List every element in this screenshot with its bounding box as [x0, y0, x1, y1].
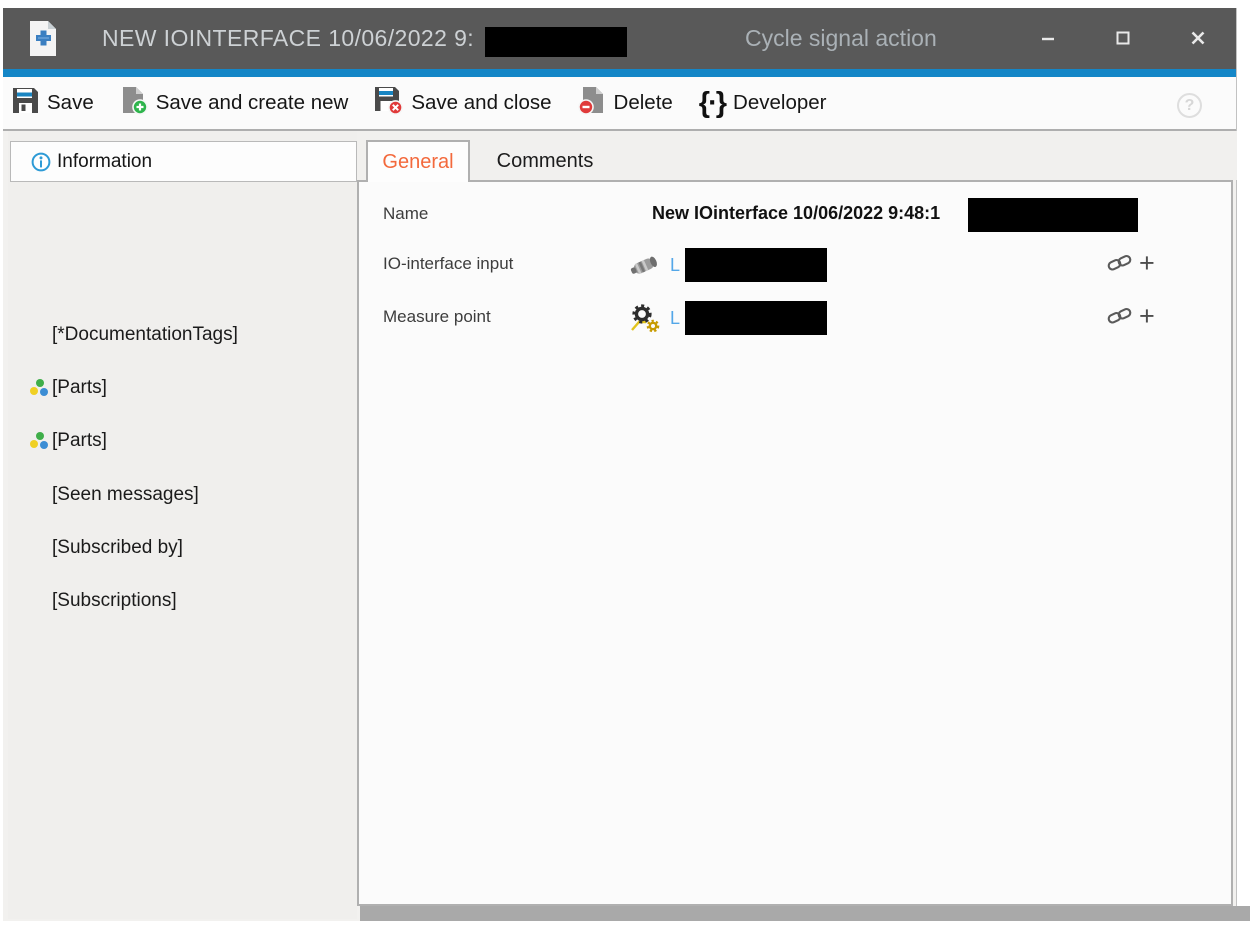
name-label: Name: [383, 204, 428, 224]
parts-icon: [30, 432, 50, 450]
sidebar-item-subscribed-by[interactable]: [Subscribed by]: [52, 536, 183, 560]
sidebar: Information [*DocumentationTags] [Parts]…: [8, 131, 357, 919]
sensor-icon: [629, 251, 661, 281]
redaction-box: [685, 248, 827, 282]
floppy-save-icon: [12, 87, 39, 120]
measure-point-link[interactable]: L: [670, 307, 680, 329]
sidebar-item-label: Information: [57, 151, 152, 173]
app-window: NEW IOINTERFACE 10/06/2022 9: Cycle sign…: [3, 8, 1237, 921]
io-interface-link[interactable]: L: [670, 254, 680, 276]
save-and-create-new-label: Save and create new: [156, 91, 349, 115]
window-subtitle: Cycle signal action: [745, 8, 937, 69]
toolbar: Save Save and create new: [3, 77, 1236, 131]
tab-general[interactable]: General: [366, 140, 470, 182]
maximize-button[interactable]: [1107, 22, 1139, 54]
redaction-box: [485, 27, 627, 57]
add-icon[interactable]: +: [1139, 250, 1155, 276]
titlebar: NEW IOINTERFACE 10/06/2022 9: Cycle sign…: [3, 8, 1236, 69]
sidebar-item-documentationtags[interactable]: [*DocumentationTags]: [52, 323, 238, 347]
delete-label: Delete: [614, 91, 673, 115]
developer-button[interactable]: {·} Developer: [699, 90, 827, 116]
link-icon[interactable]: [1107, 305, 1133, 327]
sidebar-item-seen-messages[interactable]: [Seen messages]: [52, 483, 199, 507]
save-and-close-label: Save and close: [411, 91, 551, 115]
sidebar-item-information[interactable]: Information: [10, 141, 357, 182]
document-add-icon: [120, 86, 148, 121]
name-value: New IOinterface 10/06/2022 9:48:1: [652, 202, 940, 224]
measure-point-label: Measure point: [383, 307, 491, 327]
floppy-close-icon: [374, 86, 403, 121]
document-delete-icon: [578, 86, 606, 121]
sidebar-item-parts-1[interactable]: [Parts]: [52, 376, 107, 400]
tab-comments[interactable]: Comments: [470, 140, 620, 182]
developer-braces-icon: {·}: [699, 90, 725, 116]
io-interface-input-label: IO-interface input: [383, 254, 513, 274]
minimize-button[interactable]: [1032, 22, 1064, 54]
window-title: NEW IOINTERFACE 10/06/2022 9:: [102, 8, 474, 69]
save-and-close-button[interactable]: Save and close: [374, 86, 551, 121]
save-and-create-new-button[interactable]: Save and create new: [120, 86, 349, 121]
help-icon[interactable]: ?: [1177, 93, 1202, 118]
info-icon: [31, 152, 51, 172]
save-button[interactable]: Save: [12, 87, 94, 120]
window-shadow: [360, 906, 1250, 921]
developer-label: Developer: [733, 91, 826, 115]
gears-icon: [629, 303, 661, 333]
link-icon[interactable]: [1107, 252, 1133, 274]
accent-bar: [3, 69, 1236, 77]
add-icon[interactable]: +: [1139, 303, 1155, 329]
document-new-icon: [29, 20, 57, 57]
redaction-box: [685, 301, 827, 335]
delete-button[interactable]: Delete: [578, 86, 673, 121]
close-button[interactable]: [1182, 22, 1214, 54]
save-label: Save: [47, 91, 94, 115]
screen: NEW IOINTERFACE 10/06/2022 9: Cycle sign…: [0, 0, 1250, 929]
redaction-box: [968, 198, 1138, 232]
sidebar-item-parts-2[interactable]: [Parts]: [52, 429, 107, 453]
content-panel: [357, 180, 1233, 906]
sidebar-item-subscriptions[interactable]: [Subscriptions]: [52, 589, 177, 613]
parts-icon: [30, 379, 50, 397]
